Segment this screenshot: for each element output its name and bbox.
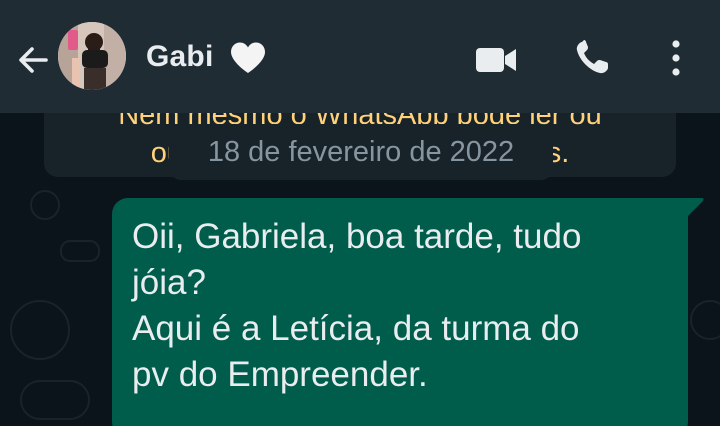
contact-avatar[interactable] xyxy=(58,22,126,90)
message-line: Oii, Gabriela, boa tarde, tudo xyxy=(132,217,582,256)
more-options-icon[interactable] xyxy=(660,38,692,78)
outgoing-message-bubble[interactable]: Oii, Gabriela, boa tarde, tudo jóia? Aqu… xyxy=(112,198,688,426)
date-divider: 18 de fevereiro de 2022 xyxy=(169,124,553,180)
white-heart-icon xyxy=(231,42,265,73)
contact-name[interactable]: Gabi xyxy=(146,40,213,74)
message-line: pv do Empreender. xyxy=(132,355,428,394)
wallpaper-doodle xyxy=(30,190,60,220)
video-call-icon[interactable] xyxy=(472,42,520,78)
voice-call-icon[interactable] xyxy=(572,38,612,78)
bubble-tail xyxy=(686,198,704,216)
wallpaper-doodle xyxy=(10,300,70,360)
wallpaper-doodle xyxy=(20,380,90,420)
chat-header: Gabi xyxy=(0,0,720,113)
wallpaper-doodle xyxy=(690,300,720,340)
message-line: Aqui é a Letícia, da turma do xyxy=(132,309,580,348)
message-line: jóia? xyxy=(132,263,206,302)
back-arrow-icon[interactable] xyxy=(14,40,54,80)
wallpaper-doodle xyxy=(60,240,100,262)
